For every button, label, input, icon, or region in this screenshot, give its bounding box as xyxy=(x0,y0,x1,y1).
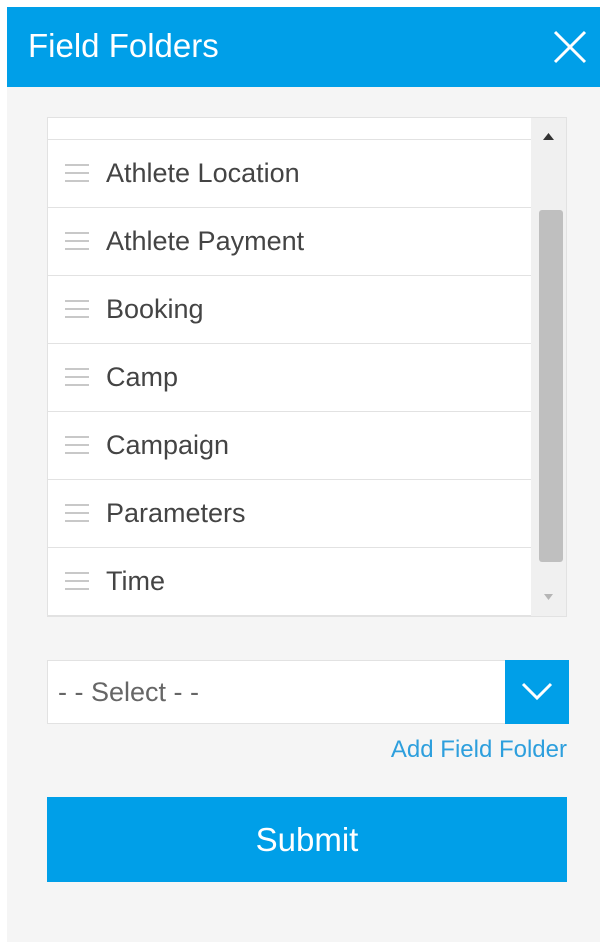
folder-item-athlete-location[interactable]: Athlete Location xyxy=(48,140,532,208)
drag-handle-icon[interactable] xyxy=(65,435,89,455)
list-scrollbar[interactable] xyxy=(531,118,566,616)
folder-item-label: Booking xyxy=(106,294,204,324)
scroll-up-arrow-icon xyxy=(543,133,554,140)
folder-item-label: Athlete Location xyxy=(106,158,300,188)
drag-handle-icon[interactable] xyxy=(65,367,89,387)
folder-item-camp[interactable]: Camp xyxy=(48,344,532,412)
folder-item-parameters[interactable]: Parameters xyxy=(48,480,532,548)
folder-select[interactable]: - - Select - - xyxy=(47,660,569,724)
drag-handle-icon[interactable] xyxy=(65,503,89,523)
close-button[interactable] xyxy=(550,27,590,67)
folder-list: Athlete Location Athlete Payment Booking xyxy=(47,117,567,617)
scroll-down-arrow-icon xyxy=(544,594,553,600)
field-folders-dialog: Field Folders Athlete Location Athlete P… xyxy=(7,7,600,942)
select-dropdown-button[interactable] xyxy=(505,660,569,724)
folder-item-label: Camp xyxy=(106,362,179,392)
scroll-thumb[interactable] xyxy=(539,209,563,562)
scroll-down-button[interactable] xyxy=(531,586,566,616)
drag-handle-icon[interactable] xyxy=(65,163,89,183)
folder-list-viewport: Athlete Location Athlete Payment Booking xyxy=(48,118,532,616)
drag-handle-icon[interactable] xyxy=(65,571,89,591)
folder-item-time[interactable]: Time xyxy=(48,548,532,616)
folder-item-label: Campaign xyxy=(106,430,230,460)
dialog-header: Field Folders xyxy=(7,7,600,87)
folder-item-campaign[interactable]: Campaign xyxy=(48,412,532,480)
close-icon xyxy=(553,30,587,64)
folder-select-value: - - Select - - xyxy=(58,677,200,707)
submit-button[interactable]: Submit xyxy=(47,797,567,882)
folder-item-athlete-payment[interactable]: Athlete Payment xyxy=(48,208,532,276)
chevron-down-icon xyxy=(521,682,553,701)
folder-item-label: Parameters xyxy=(106,498,246,528)
folder-item-label: Athlete Payment xyxy=(106,226,305,256)
dialog-title: Field Folders xyxy=(28,27,219,64)
drag-handle-icon[interactable] xyxy=(65,299,89,319)
add-field-folder-link[interactable]: Add Field Folder xyxy=(391,735,567,765)
scroll-up-button[interactable] xyxy=(531,118,566,148)
folder-item-booking[interactable]: Booking xyxy=(48,276,532,344)
drag-handle-icon[interactable] xyxy=(65,231,89,251)
folder-item-label: Time xyxy=(106,566,165,596)
folder-item[interactable] xyxy=(48,118,532,140)
